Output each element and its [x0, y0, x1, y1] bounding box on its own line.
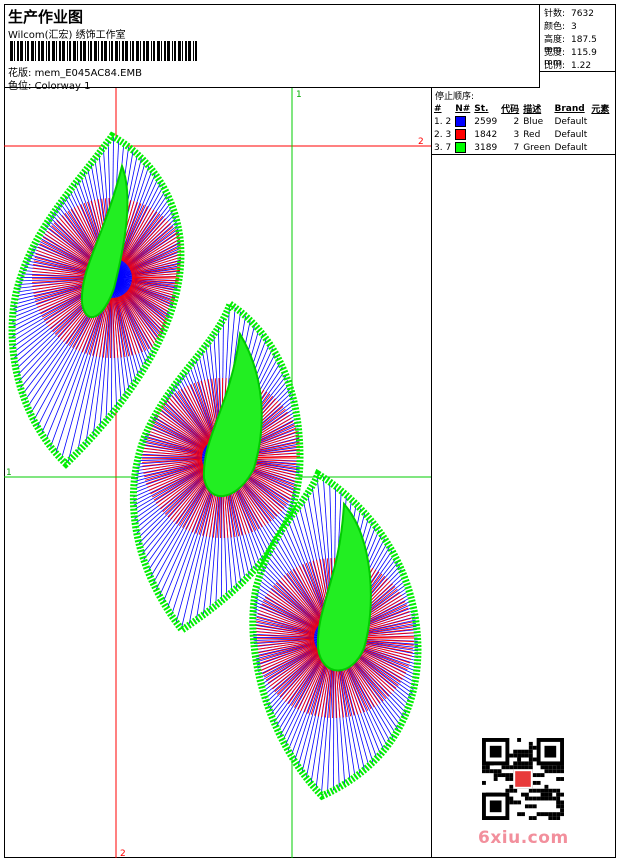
- table-header: # N# St. 代码 描述 Brand 元素: [432, 102, 611, 116]
- col-description: 描述: [523, 105, 542, 115]
- stop-sequence-title: 停止顺序:: [435, 92, 475, 102]
- company-name: Wilcom(汇宏) 绣饰工作室: [8, 30, 126, 41]
- table-row: 3. 7 3189 7 Green Default: [434, 142, 588, 153]
- color-swatch: [455, 129, 467, 140]
- guide-label-v1: 1: [296, 90, 302, 100]
- stop-sequence-table: # N# St. 代码 描述 Brand 元素 1. 2 2599 2 Blue…: [432, 102, 611, 154]
- design-canvas: 1 2 1 2: [4, 88, 431, 858]
- guide-label-v2: 2: [120, 849, 126, 858]
- col-index: #: [434, 103, 442, 114]
- stat-stitches: 针数: 7632: [544, 9, 594, 19]
- barcode: [10, 41, 197, 61]
- watermark: 6xiu.com: [478, 828, 569, 848]
- panel-divider: [432, 154, 616, 155]
- color-swatch: [455, 142, 467, 153]
- stat-scale: 比例: 1.22: [544, 61, 592, 71]
- table-row: 1. 2 2599 2 Blue Default: [434, 116, 588, 127]
- table-row: 2. 3 1842 3 Red Default: [434, 129, 588, 140]
- page-title: 生产作业图: [8, 8, 84, 26]
- qr-code: [482, 738, 564, 820]
- col-brand: Brand: [554, 103, 585, 114]
- design-stats: 针数: 7632 颜色: 3 高度: 187.5 mm 宽度: 115.9 mm 比例:…: [540, 4, 616, 72]
- col-element: 元素: [591, 105, 610, 115]
- col-needle: N#: [455, 103, 471, 114]
- col-code: 代码: [501, 105, 520, 115]
- color-swatch: [455, 116, 467, 127]
- guide-label-h1: 1: [6, 468, 12, 478]
- guide-label-h2: 2: [418, 137, 424, 147]
- stat-colors: 颜色: 3: [544, 22, 577, 32]
- col-stitches: St.: [474, 103, 489, 114]
- header: 生产作业图 Wilcom(汇宏) 绣饰工作室 花版: mem_E045AC84.…: [4, 4, 540, 92]
